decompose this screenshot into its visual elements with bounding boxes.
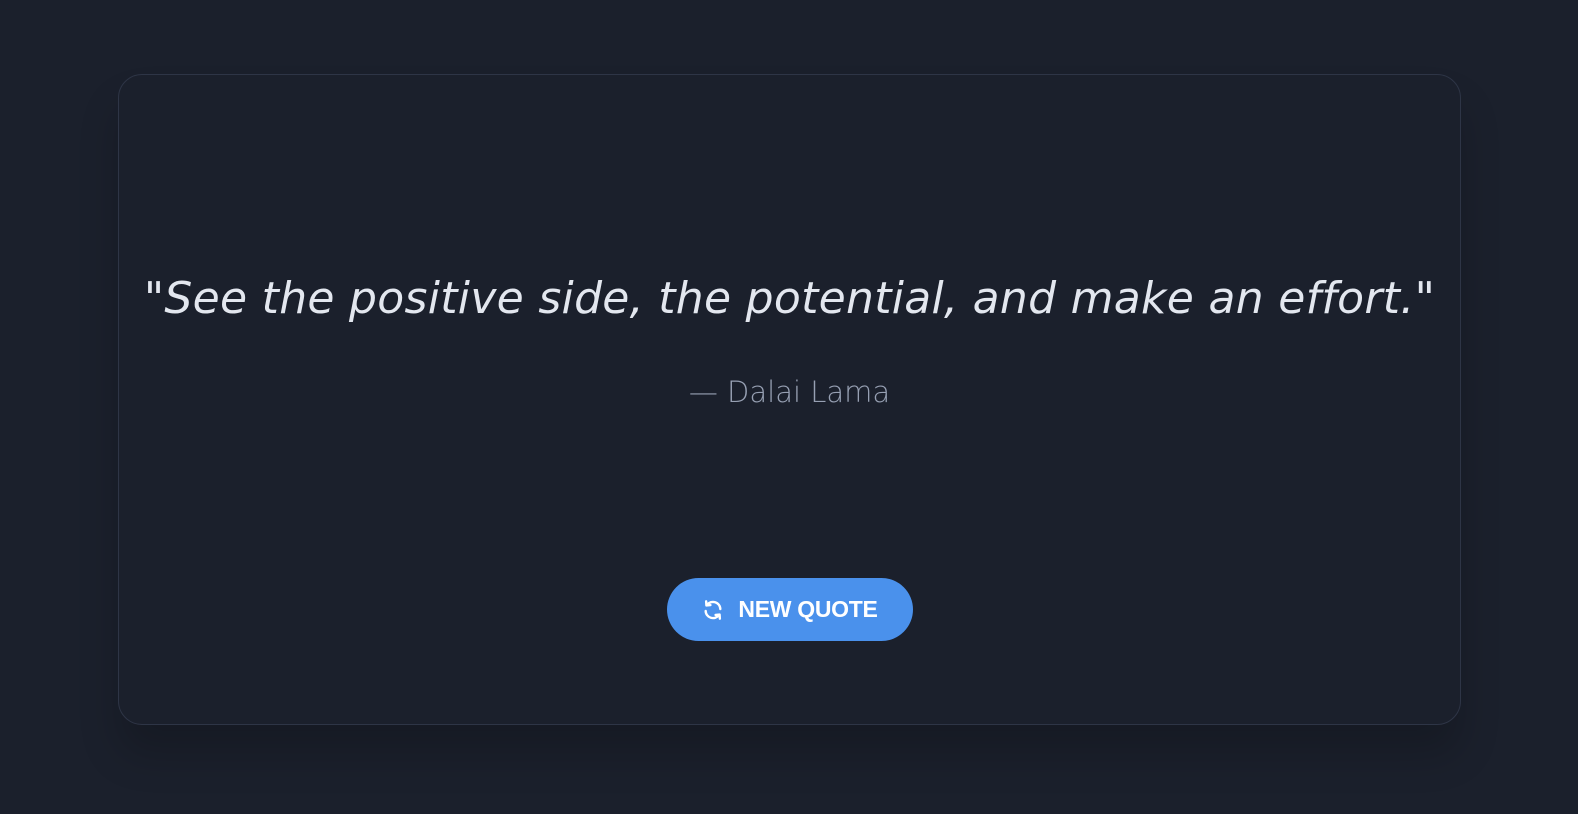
refresh-icon bbox=[702, 599, 724, 621]
new-quote-button[interactable]: NEW QUOTE bbox=[667, 578, 913, 641]
quote-author: — Dalai Lama bbox=[688, 375, 891, 409]
quote-text: "See the positive side, the potential, a… bbox=[143, 273, 1436, 324]
quote-card: "See the positive side, the potential, a… bbox=[118, 74, 1461, 725]
new-quote-label: NEW QUOTE bbox=[738, 596, 878, 622]
